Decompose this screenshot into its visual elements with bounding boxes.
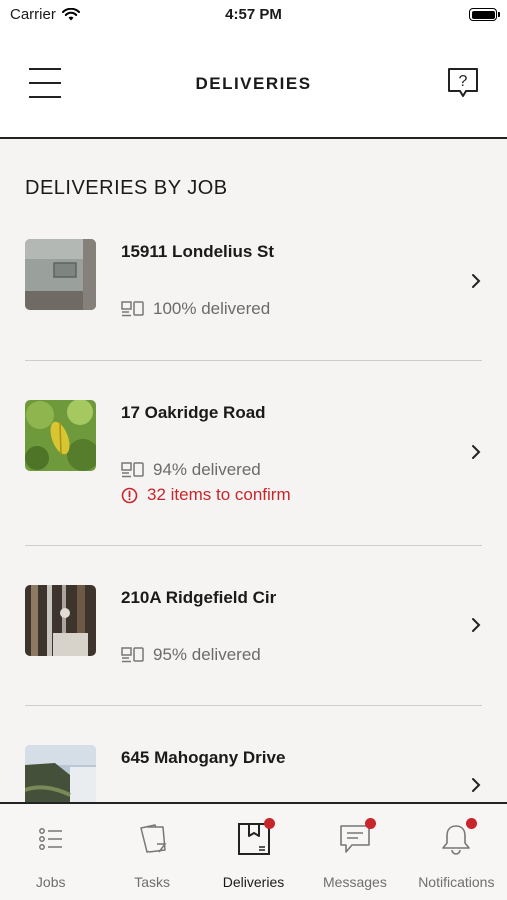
notification-badge: [364, 818, 376, 829]
job-name: 15911 Londelius St: [121, 242, 275, 261]
delivery-progress-icon: [121, 462, 144, 478]
status-time: 4:57 PM: [225, 6, 282, 23]
tab-deliveries[interactable]: Deliveries: [203, 804, 304, 900]
tab-tasks[interactable]: Tasks: [101, 804, 202, 900]
delivery-percent: 95% delivered: [153, 645, 261, 664]
job-name: 17 Oakridge Road: [121, 403, 266, 422]
delivery-progress-icon: [121, 301, 144, 317]
tab-notifications[interactable]: Notifications: [406, 804, 507, 900]
delivery-percent: 100% delivered: [153, 299, 271, 318]
bottom-tab-bar: Jobs Tasks Deliveries Messages Notificat…: [0, 802, 507, 900]
delivery-progress: 95% delivered: [121, 645, 261, 665]
row-divider: [25, 705, 482, 706]
job-thumbnail: [25, 745, 96, 802]
job-row[interactable]: 645 Mahogany Drive: [25, 745, 482, 802]
chat-icon: [338, 818, 376, 856]
deliveries-list[interactable]: DELIVERIES BY JOB 15911 Londelius St 100…: [0, 139, 507, 802]
tab-label: Notifications: [418, 874, 495, 890]
job-thumbnail: [25, 239, 96, 310]
status-bar: Carrier 4:57 PM: [0, 0, 507, 30]
row-divider: [25, 360, 482, 361]
job-row[interactable]: 17 Oakridge Road 94% delivered 32 items …: [25, 400, 482, 515]
items-to-confirm-warning[interactable]: 32 items to confirm: [121, 485, 291, 505]
delivery-percent: 94% delivered: [153, 460, 261, 479]
alert-circle-icon: [121, 487, 138, 503]
tab-label: Tasks: [134, 874, 170, 890]
notification-badge: [466, 818, 478, 829]
tab-label: Jobs: [35, 874, 66, 890]
tab-label: Messages: [323, 874, 387, 890]
battery-icon: [469, 8, 500, 21]
package-icon: [237, 818, 275, 856]
job-thumbnail: [25, 585, 96, 656]
section-title: DELIVERIES BY JOB: [25, 177, 228, 199]
tab-messages[interactable]: Messages: [304, 804, 405, 900]
job-thumbnail: [25, 400, 96, 471]
job-row[interactable]: 210A Ridgefield Cir 95% delivered: [25, 585, 482, 675]
app-header: DELIVERIES ?: [0, 30, 507, 139]
delivery-progress-icon: [121, 647, 144, 663]
job-row[interactable]: 15911 Londelius St 100% delivered: [25, 239, 482, 329]
chevron-right-icon: [472, 274, 481, 288]
help-question-icon[interactable]: ?: [446, 66, 480, 100]
delivery-progress: 100% delivered: [121, 299, 270, 319]
tab-label: Deliveries: [222, 874, 285, 890]
chevron-right-icon: [472, 778, 481, 792]
row-divider: [25, 545, 482, 546]
job-name: 645 Mahogany Drive: [121, 748, 286, 767]
chevron-right-icon: [472, 618, 481, 632]
delivery-progress: 94% delivered: [121, 460, 261, 480]
page-title: DELIVERIES: [195, 74, 312, 93]
list-icon: [34, 822, 68, 856]
items-to-confirm-label: 32 items to confirm: [147, 485, 291, 504]
svg-text:?: ?: [459, 73, 468, 90]
notification-badge: [263, 818, 275, 829]
tab-jobs[interactable]: Jobs: [0, 804, 101, 900]
chevron-right-icon: [472, 445, 481, 459]
job-name: 210A Ridgefield Cir: [121, 588, 277, 607]
notes-icon: [135, 822, 169, 856]
bell-icon: [439, 818, 478, 856]
